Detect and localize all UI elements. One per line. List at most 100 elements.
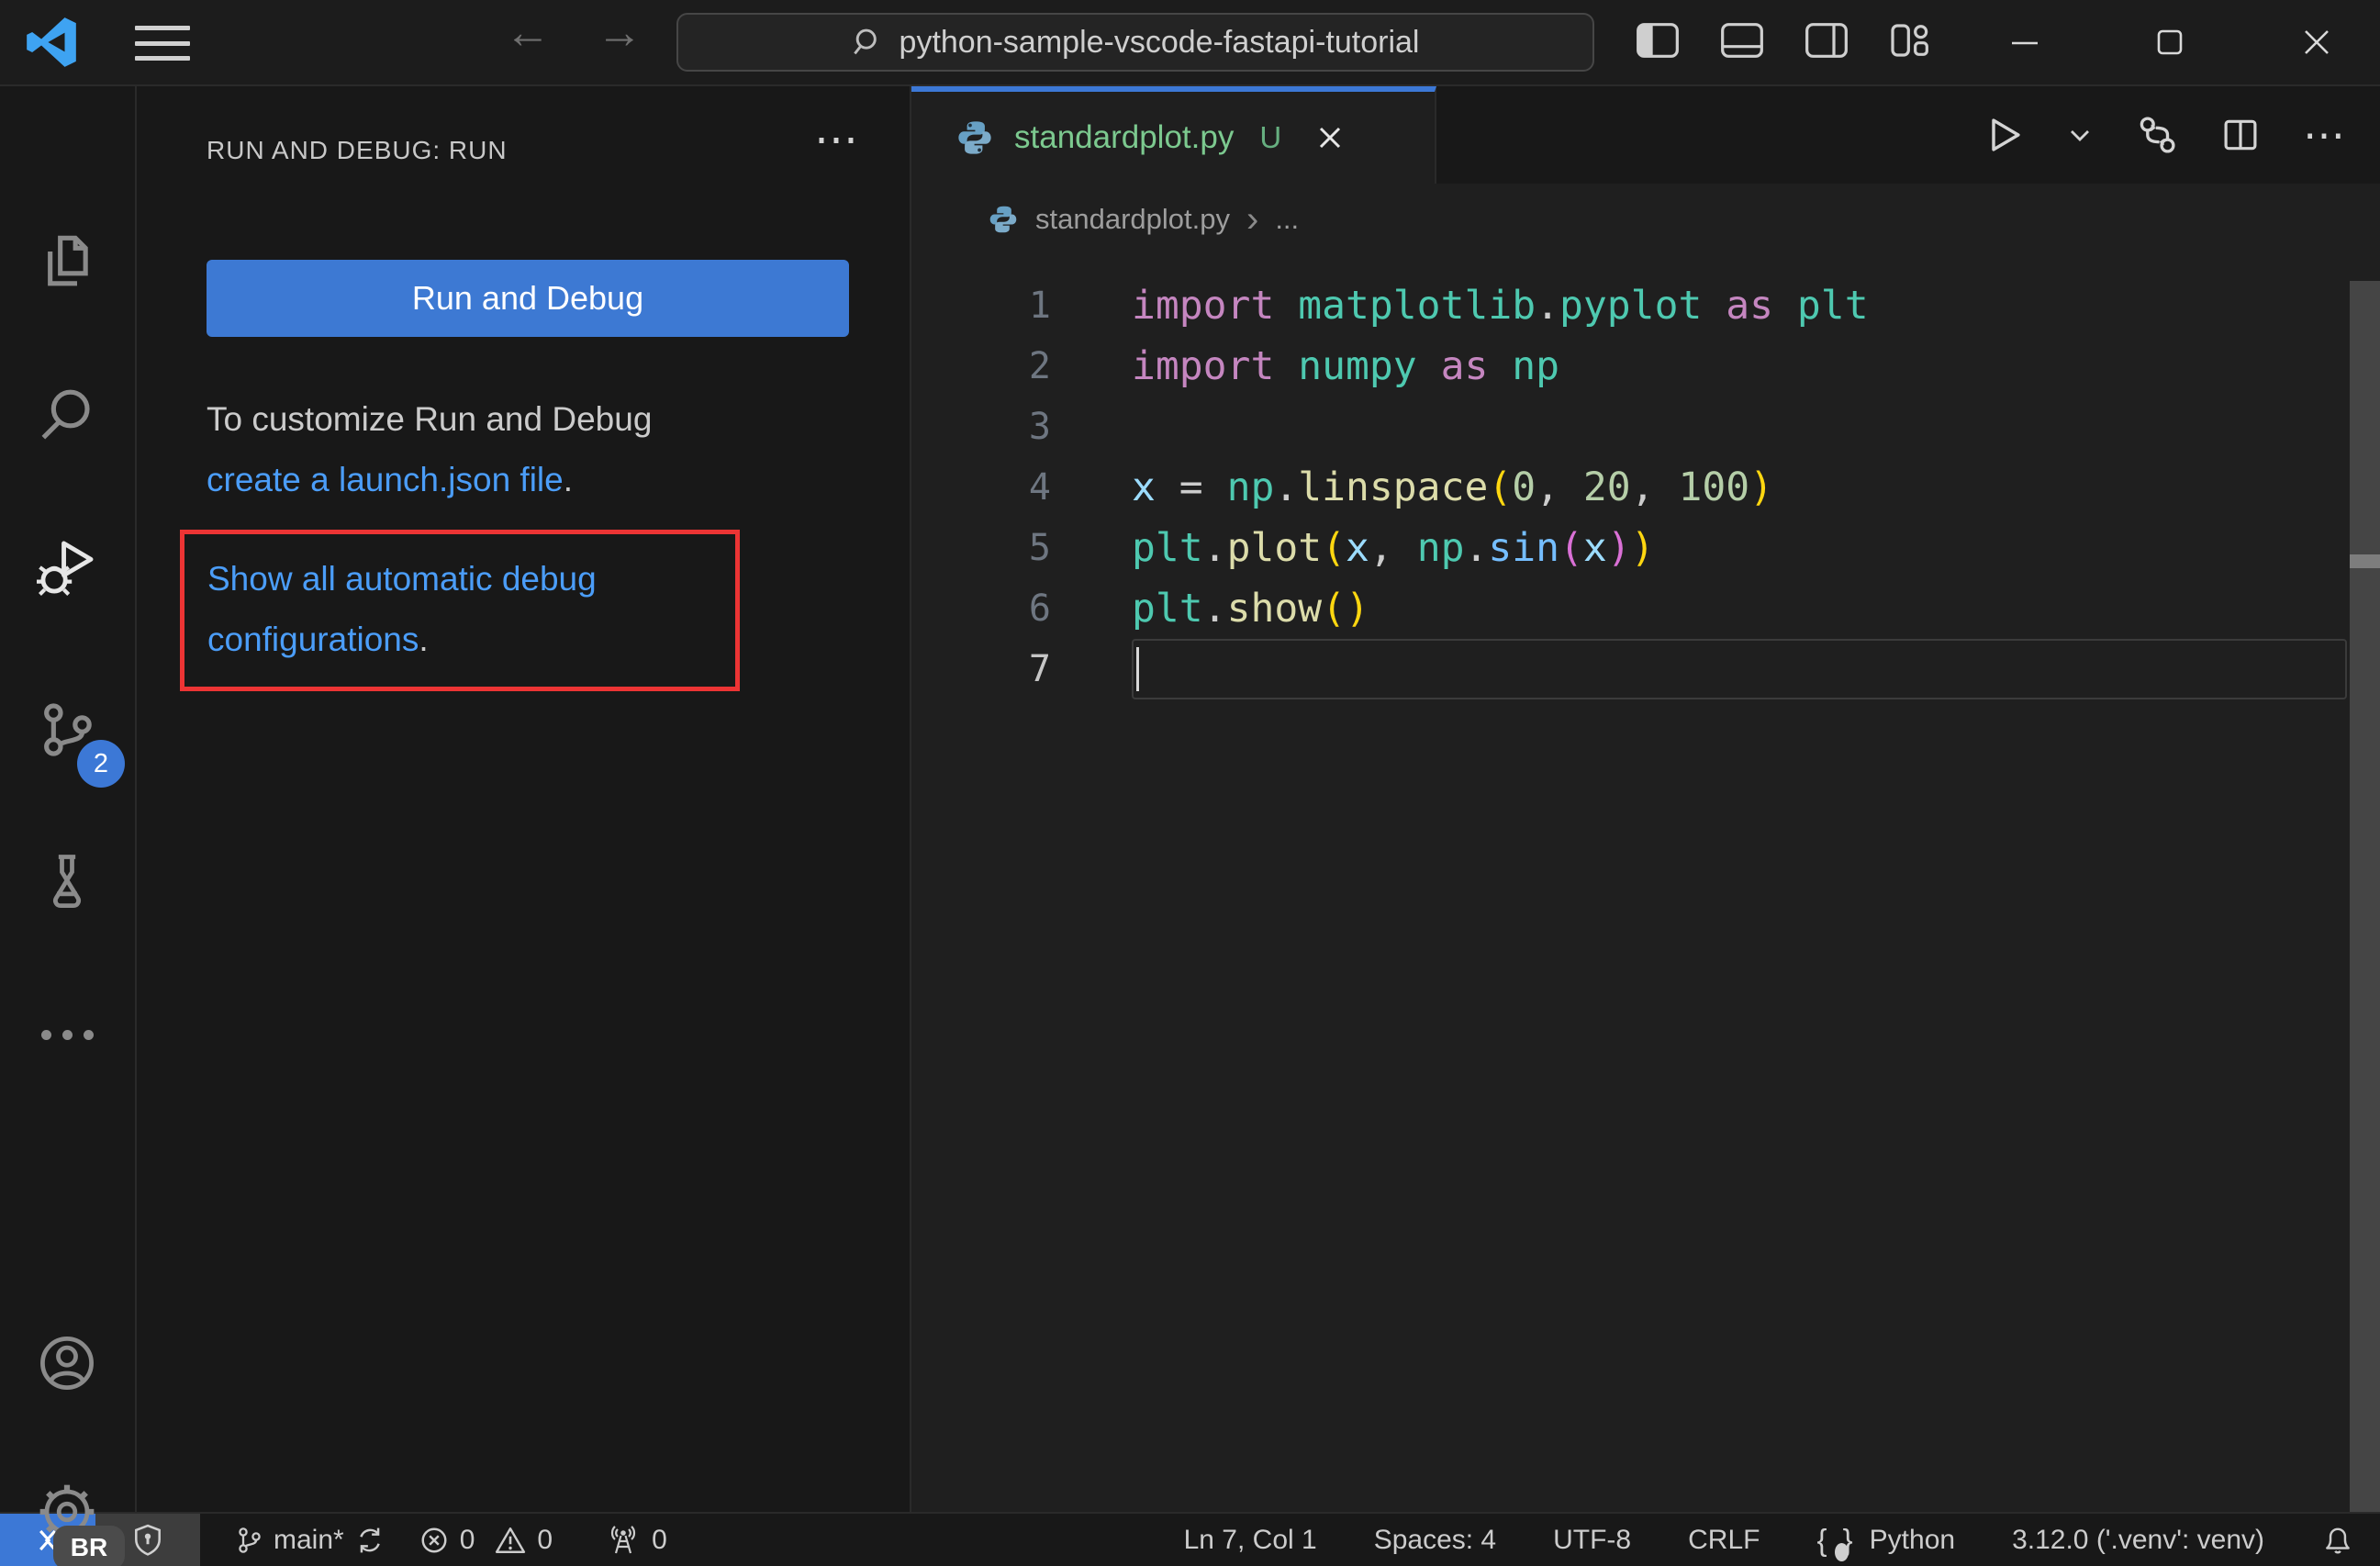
radio-tower-icon	[610, 1525, 636, 1553]
breadcrumb: standardplot.py › ...	[911, 184, 2380, 255]
code-token: matplotlib	[1298, 283, 1536, 329]
split-editor-icon[interactable]	[2220, 115, 2261, 155]
tab-standardplot[interactable]: standardplot.py U	[911, 86, 1436, 184]
more-views-icon[interactable]	[37, 1004, 97, 1065]
profile-badge: BR	[53, 1526, 125, 1566]
explorer-icon[interactable]	[37, 231, 97, 292]
line-number: 4	[1028, 466, 1051, 509]
encoding-item[interactable]: UTF-8	[1553, 1525, 1631, 1556]
run-and-debug-button[interactable]: Run and Debug	[207, 260, 849, 337]
search-view-icon[interactable]	[37, 384, 97, 444]
minimize-button[interactable]	[2006, 24, 2043, 61]
code-token: 100	[1678, 464, 1750, 510]
title-bar: ← → python-sample-vscode-fastapi-tutoria…	[0, 0, 2380, 86]
ports-status-item[interactable]: 0	[606, 1525, 667, 1556]
show-configurations-link[interactable]: Show all automatic debug configurations.	[207, 549, 735, 670]
vscode-window: ← → python-sample-vscode-fastapi-tutoria…	[0, 0, 2380, 1566]
code-token: plt	[1132, 586, 1203, 632]
breadcrumb-file[interactable]: standardplot.py	[1035, 203, 1230, 236]
code-line[interactable]: 3	[911, 397, 2380, 457]
ports-count: 0	[652, 1524, 667, 1555]
python-file-icon	[989, 206, 1017, 233]
tab-bar: standardplot.py U ⋯	[911, 86, 2380, 184]
line-content: plt. show()	[1132, 578, 2380, 639]
eol-item[interactable]: CRLF	[1688, 1525, 1760, 1556]
code-token: 20	[1582, 464, 1631, 510]
breadcrumb-symbol-more[interactable]: ...	[1275, 203, 1299, 236]
code-token: .	[1202, 586, 1227, 632]
language-mode-item[interactable]: { } Python	[1816, 1523, 1955, 1561]
errors-count: 0	[459, 1524, 475, 1555]
problems-status-item[interactable]: 0 0	[419, 1525, 553, 1556]
code-editor[interactable]: 1 import matplotlib. pyplot as plt 2 import …	[911, 255, 2380, 1512]
menu-hamburger-icon[interactable]	[135, 26, 190, 61]
cursor-position-item[interactable]: Ln 7, Col 1	[1184, 1525, 1317, 1556]
code-lines: 1 import matplotlib. pyplot as plt 2 import …	[911, 275, 2380, 699]
vscode-logo-icon	[26, 17, 77, 68]
back-icon[interactable]: ←	[496, 6, 560, 59]
code-token: .	[1202, 525, 1227, 571]
account-icon[interactable]	[37, 1333, 97, 1393]
notifications-bell-icon[interactable]	[2321, 1524, 2354, 1557]
toggle-panel-icon[interactable]	[1720, 22, 1764, 62]
tab-label: standardplot.py	[1014, 119, 1235, 155]
code-token: plot	[1226, 525, 1323, 571]
run-dropdown-chevron-icon[interactable]	[2066, 121, 2094, 149]
code-token: as	[1726, 283, 1774, 329]
line-content: import numpy as np	[1132, 336, 2380, 397]
warnings-icon	[496, 1527, 526, 1553]
branch-name: main*	[274, 1524, 344, 1555]
open-changes-icon[interactable]	[2136, 114, 2178, 156]
customize-hint-line1: To customize Run and Debug	[207, 400, 653, 438]
toggle-secondary-sidebar-icon[interactable]	[1805, 22, 1849, 62]
code-line[interactable]: 6 plt. show()	[911, 578, 2380, 639]
code-line[interactable]: 2 import numpy as np	[911, 336, 2380, 397]
run-and-debug-icon[interactable]	[37, 537, 97, 598]
run-and-debug-sidebar: RUN AND DEBUG: RUN ⋯ Run and Debug To cu…	[137, 86, 911, 1512]
run-python-file-icon[interactable]	[1983, 115, 2024, 155]
line-number: 6	[1028, 587, 1051, 630]
code-line[interactable]: 7	[911, 639, 2380, 699]
code-line[interactable]: 1 import matplotlib. pyplot as plt	[911, 275, 2380, 336]
maximize-button[interactable]	[2151, 24, 2188, 61]
editor-scrollbar[interactable]	[2350, 281, 2380, 1512]
close-button[interactable]	[2298, 24, 2335, 61]
python-interpreter-item[interactable]: 3.12.0 ('.venv': venv)	[2012, 1525, 2264, 1556]
line-content: import matplotlib. pyplot as plt	[1132, 275, 2380, 336]
tab-close-icon[interactable]	[1314, 122, 1346, 153]
code-line[interactable]: 5 plt. plot(x, np. sin(x))	[911, 518, 2380, 578]
code-token: np	[1226, 464, 1275, 510]
code-token: .	[1274, 464, 1299, 510]
editor-more-actions-icon[interactable]: ⋯	[2303, 114, 2345, 156]
sidebar-title: RUN AND DEBUG: RUN	[207, 136, 508, 164]
line-content: x = np. linspace(0, 20, 100)	[1132, 457, 2380, 518]
toggle-primary-sidebar-icon[interactable]	[1636, 22, 1680, 62]
command-center-search[interactable]: python-sample-vscode-fastapi-tutorial	[676, 13, 1594, 72]
python-file-icon	[958, 121, 991, 154]
indentation-item[interactable]: Spaces: 4	[1374, 1525, 1496, 1556]
code-token: (	[1322, 525, 1346, 571]
braces-icon: { }	[1816, 1523, 1856, 1561]
customize-hint: To customize Run and Debug create a laun…	[207, 389, 652, 510]
text-cursor	[1136, 647, 1139, 691]
views-more-actions-icon[interactable]: ⋯	[814, 114, 858, 165]
code-token: x	[1132, 464, 1156, 510]
code-token: (	[1559, 525, 1583, 571]
source-control-badge: 2	[77, 740, 125, 788]
testing-icon[interactable]	[37, 852, 97, 912]
code-token: np	[1416, 525, 1465, 571]
code-token: plt	[1796, 283, 1869, 329]
forward-icon[interactable]: →	[587, 6, 652, 59]
create-launch-json-link[interactable]: create a launch.json file	[207, 461, 564, 498]
branch-status-item[interactable]: main*	[235, 1525, 385, 1556]
code-line[interactable]: 4 x = np. linspace(0, 20, 100)	[911, 457, 2380, 518]
code-token: show	[1226, 586, 1323, 632]
customize-layout-icon[interactable]	[1889, 22, 1933, 62]
code-token: sin	[1488, 525, 1560, 571]
